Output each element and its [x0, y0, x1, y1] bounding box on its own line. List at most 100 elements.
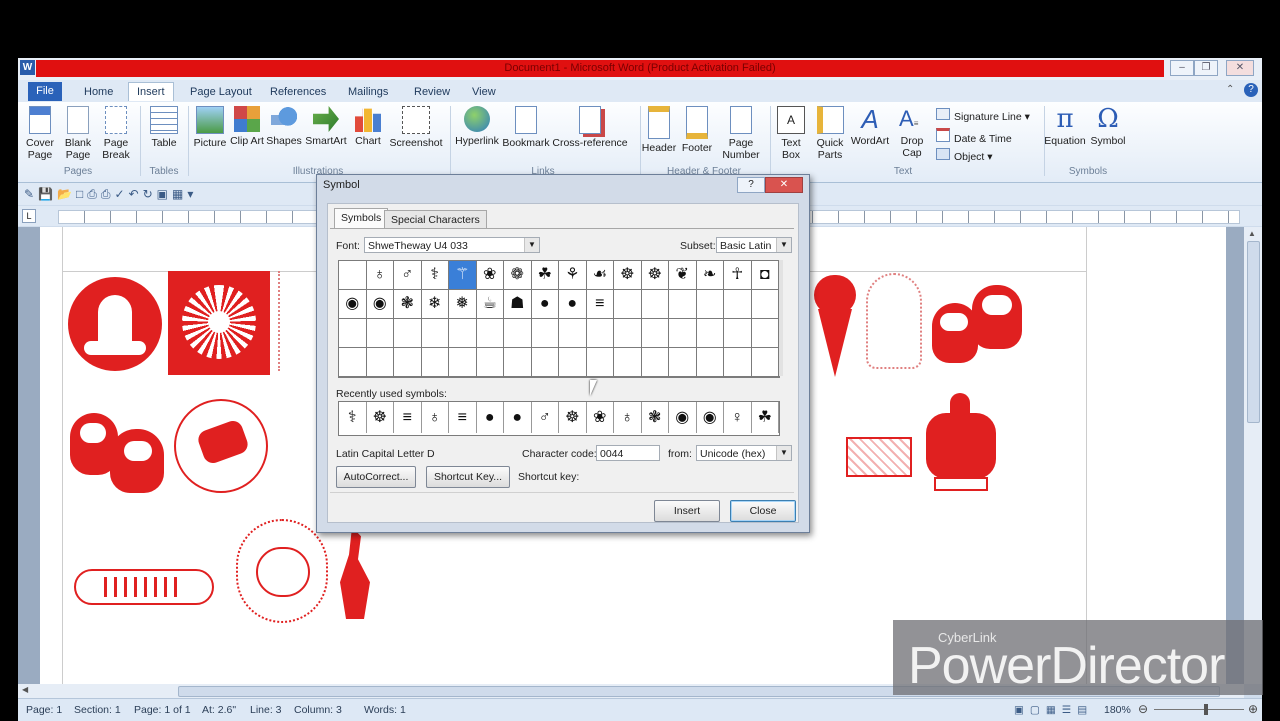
zoom-slider-thumb[interactable]	[1204, 704, 1208, 715]
grid-scrollbar[interactable]	[779, 260, 783, 376]
symbol-cell[interactable]: ☙	[586, 261, 614, 290]
symbol-cell[interactable]	[339, 261, 367, 290]
cartoon-girl-image[interactable]	[236, 519, 328, 623]
chevron-down-icon[interactable]: ▼	[776, 446, 791, 460]
help-icon[interactable]: ?	[1244, 83, 1258, 97]
symbol-cell[interactable]	[531, 319, 559, 348]
symbol-cell[interactable]	[366, 319, 394, 348]
status-line[interactable]: Line: 3	[250, 704, 282, 716]
symbol-cell[interactable]	[724, 348, 752, 377]
symbol-cell[interactable]: ⚘	[559, 261, 587, 290]
footer-button[interactable]: Footer	[678, 106, 716, 154]
symbol-cell[interactable]	[614, 348, 642, 377]
ruler-tab-selector[interactable]: L	[22, 209, 36, 223]
symbol-cell[interactable]	[586, 319, 614, 348]
tab-review[interactable]: Review	[406, 83, 458, 101]
blank-page-button[interactable]: Blank Page	[62, 106, 94, 161]
scroll-thumb[interactable]	[1247, 241, 1260, 423]
symbol-cell[interactable]	[751, 319, 779, 348]
symbol-cell[interactable]: ❀	[476, 261, 504, 290]
symbol-cell[interactable]	[394, 319, 422, 348]
print-icon[interactable]: ⎙	[87, 187, 101, 201]
page-number-button[interactable]: Page Number	[718, 106, 764, 161]
symbol-cell[interactable]: ❄	[421, 290, 449, 319]
symbol-cell[interactable]: ♂	[394, 261, 422, 290]
zoom-in-icon[interactable]: ⊕	[1248, 702, 1258, 716]
page-break-button[interactable]: Page Break	[100, 106, 132, 161]
symbol-cell[interactable]	[614, 290, 642, 319]
status-section[interactable]: Section: 1	[74, 704, 121, 716]
symbol-cell[interactable]: ●	[559, 290, 587, 319]
tab-page-layout[interactable]: Page Layout	[182, 83, 260, 101]
offering-bowl-image[interactable]	[920, 393, 1002, 497]
daruma-dolls-image[interactable]	[70, 407, 166, 493]
symbol-cell-selected[interactable]: ⚚	[449, 261, 477, 290]
web-layout-icon[interactable]: ▦	[1046, 704, 1062, 716]
cross-reference-button[interactable]: Cross-reference	[552, 106, 628, 149]
recent-symbol-cell[interactable]: ♁	[614, 402, 642, 433]
dialog-close-icon[interactable]: ✕	[765, 177, 803, 193]
symbol-cell[interactable]: ❦	[669, 261, 697, 290]
header-button[interactable]: Header	[640, 106, 678, 154]
symbol-cell[interactable]: ◉	[339, 290, 367, 319]
customize-qat-icon[interactable]: ▾	[187, 187, 197, 201]
mother-child-sketch-image[interactable]	[866, 273, 922, 369]
recent-symbol-cell[interactable]: ☸	[367, 402, 394, 433]
buddha-image[interactable]	[68, 277, 162, 371]
symbol-cell[interactable]	[614, 319, 642, 348]
symbol-cell[interactable]	[696, 319, 724, 348]
recent-symbol-cell[interactable]: ☘	[752, 402, 779, 433]
symbol-cell[interactable]: ☸	[614, 261, 642, 290]
symbol-cell[interactable]: ⚕	[421, 261, 449, 290]
from-select[interactable]: Unicode (hex) ▼	[696, 445, 792, 461]
symbol-cell[interactable]: ☗	[504, 290, 532, 319]
draft-icon[interactable]: ▤	[1077, 704, 1093, 716]
symbol-grid[interactable]: ♁ ♂ ⚕ ⚚ ❀ ❁ ☘ ⚘ ☙ ☸ ☸ ❦ ❧ ☥ ◘ ◉ ◉ ❃ ❄ ❅ ☕ ☗ ● ● ≡	[338, 260, 780, 378]
status-page[interactable]: Page: 1	[26, 704, 62, 716]
symbol-cell[interactable]	[449, 319, 477, 348]
symbol-cell[interactable]	[641, 290, 669, 319]
open-icon[interactable]: 📂	[57, 187, 76, 201]
symbol-cell[interactable]	[669, 348, 697, 377]
symbol-cell[interactable]: ●	[531, 290, 559, 319]
symbol-button[interactable]: Ω Symbol	[1088, 106, 1128, 147]
chevron-down-icon[interactable]: ▼	[776, 238, 791, 252]
recent-symbol-cell[interactable]: ◉	[669, 402, 697, 433]
recent-symbol-cell[interactable]: ♁	[422, 402, 449, 433]
recent-symbol-cell[interactable]: ●	[477, 402, 504, 433]
symbol-cell[interactable]	[696, 290, 724, 319]
zoom-slider[interactable]	[1154, 709, 1244, 710]
temple-drum-image[interactable]	[174, 399, 268, 493]
equation-button[interactable]: π Equation	[1042, 106, 1088, 147]
boat-sketch-image[interactable]	[846, 437, 912, 477]
close-button[interactable]: Close	[730, 500, 796, 522]
minimize-icon[interactable]: –	[1170, 60, 1194, 76]
wordart-button[interactable]: A WordArt	[850, 106, 890, 147]
symbol-cell[interactable]: ☸	[641, 261, 669, 290]
symbol-cell[interactable]	[641, 319, 669, 348]
zoom-out-icon[interactable]: ⊖	[1138, 702, 1148, 716]
symbol-cell[interactable]	[421, 348, 449, 377]
cover-page-button[interactable]: Cover Page	[24, 106, 56, 161]
symbol-cell[interactable]	[339, 319, 367, 348]
symbol-cell[interactable]: ☕	[476, 290, 504, 319]
insert-button[interactable]: Insert	[654, 500, 720, 522]
tab-file[interactable]: File	[28, 82, 62, 101]
tab-references[interactable]: References	[262, 83, 334, 101]
recent-symbol-cell[interactable]: ●	[504, 402, 532, 433]
screenshot-button[interactable]: Screenshot	[388, 106, 444, 149]
symbol-cell[interactable]	[586, 348, 614, 377]
symbol-cell[interactable]	[724, 290, 752, 319]
print-preview-icon[interactable]: ⎙	[101, 187, 115, 201]
symbol-cell[interactable]	[641, 348, 669, 377]
symbol-cell[interactable]: ❧	[696, 261, 724, 290]
picture-qat-icon[interactable]: ▣	[157, 187, 172, 201]
spelling-icon[interactable]: ✓	[114, 187, 128, 201]
tab-mailings[interactable]: Mailings	[340, 83, 396, 101]
outline-icon[interactable]: ☰	[1062, 704, 1077, 716]
symbol-cell[interactable]	[669, 319, 697, 348]
recent-symbol-cell[interactable]: ❃	[642, 402, 669, 433]
symbol-cell[interactable]	[504, 319, 532, 348]
symbol-cell[interactable]	[559, 348, 587, 377]
symbol-cell[interactable]	[669, 290, 697, 319]
